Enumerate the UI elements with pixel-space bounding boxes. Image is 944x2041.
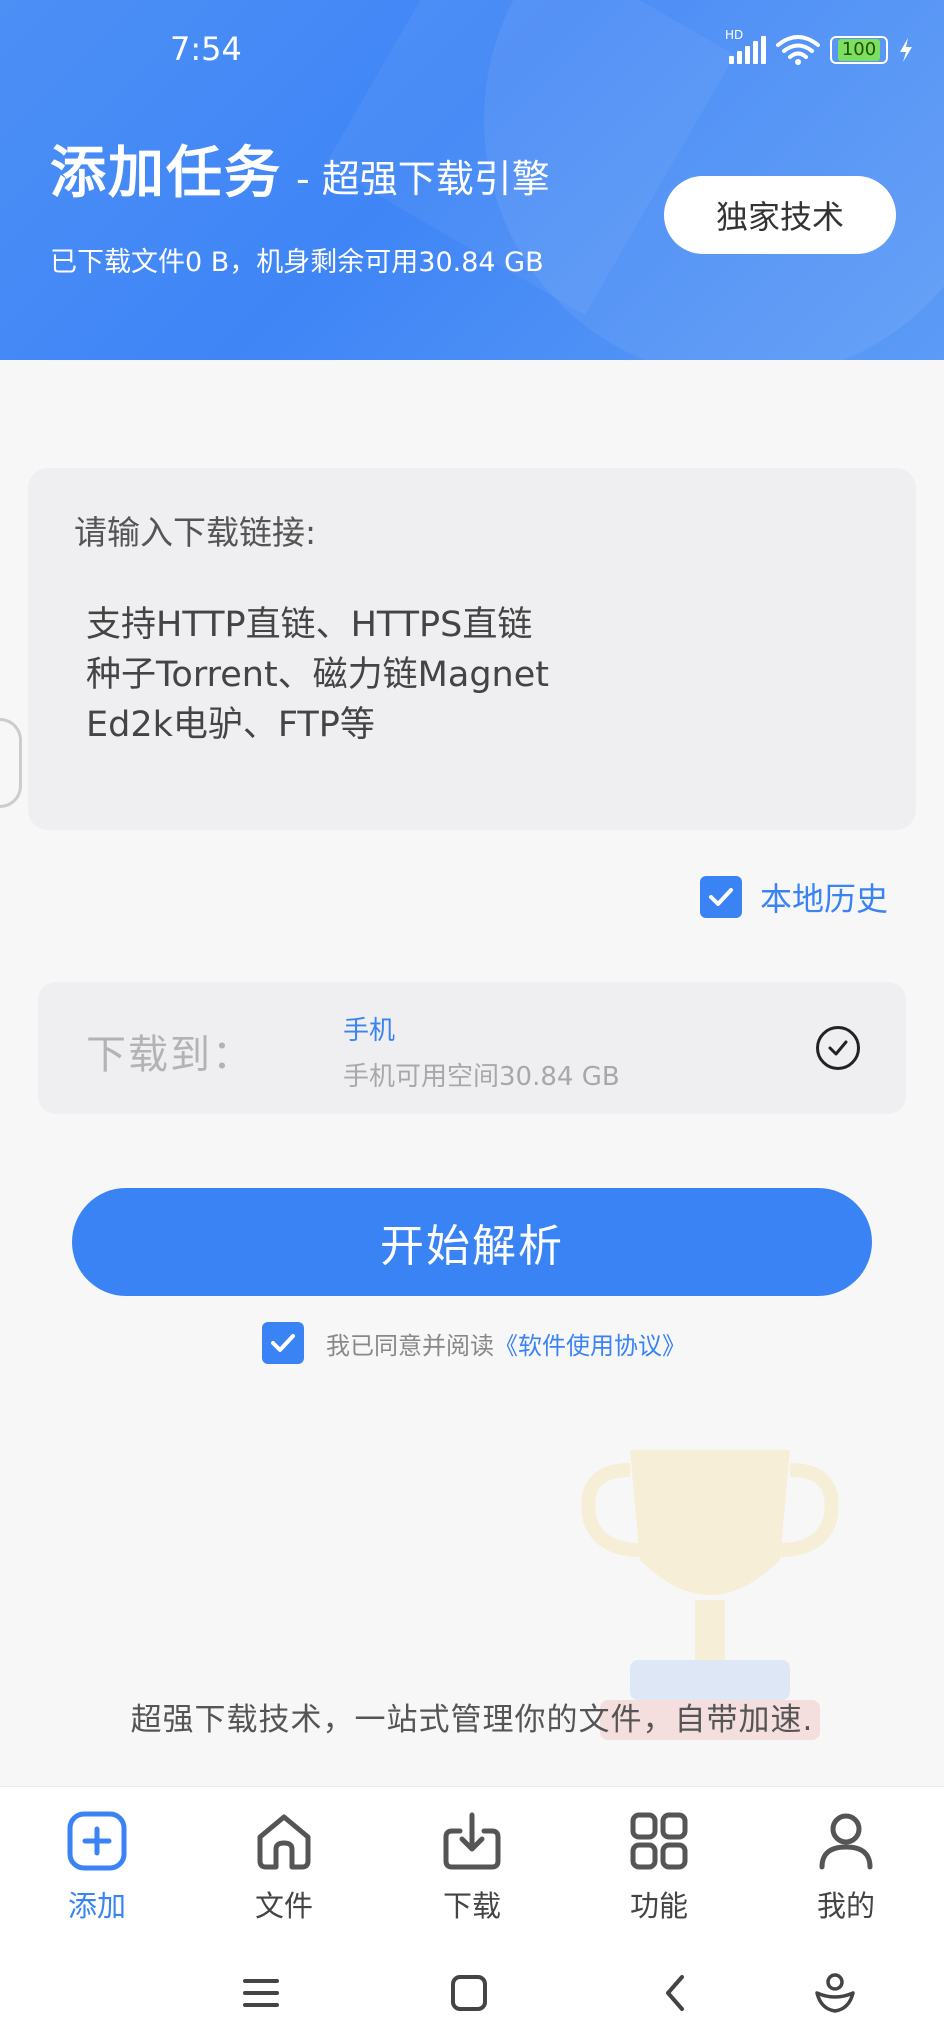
checkbox-checked-icon[interactable]	[700, 876, 742, 918]
person-icon	[819, 1813, 873, 1870]
header-banner: 7:54 HD 100 添加任务 - 超强下载引擎 已下载文件0 B，机身剩余可…	[0, 0, 944, 360]
tab-features[interactable]: 功能	[599, 1809, 719, 1925]
tab-label: 功能	[629, 1889, 688, 1923]
destination-label: 下载到：	[86, 1032, 254, 1078]
exclusive-tech-button[interactable]: 独家技术	[664, 176, 896, 254]
download-icon	[443, 1812, 501, 1870]
tab-label: 我的	[816, 1889, 875, 1923]
battery-level: 100	[837, 39, 881, 61]
menu-icon[interactable]	[236, 1968, 286, 2018]
agreement-checkbox[interactable]	[262, 1322, 304, 1364]
system-nav-bar	[0, 1946, 944, 2041]
add-icon	[67, 1811, 127, 1871]
assistant-icon[interactable]	[810, 1968, 860, 2018]
status-icons: HD 100	[725, 28, 914, 66]
status-bar: 7:54 HD 100	[0, 0, 944, 100]
tab-label: 添加	[67, 1889, 126, 1923]
page-subtitle: - 超强下载引擎	[296, 157, 550, 201]
tab-downloads[interactable]: 下载	[412, 1809, 532, 1925]
tab-label: 文件	[254, 1889, 313, 1923]
home-square-icon[interactable]	[444, 1968, 494, 2018]
start-parse-button[interactable]: 开始解析	[72, 1188, 872, 1296]
network-badge: HD	[725, 28, 744, 42]
wifi-icon	[776, 35, 820, 65]
tab-files[interactable]: 文件	[224, 1809, 344, 1925]
download-link-input[interactable]: 请输入下载链接: 支持HTTP直链、HTTPS直链 种子Torrent、磁力链M…	[28, 468, 916, 830]
grid-icon	[630, 1812, 688, 1870]
back-icon[interactable]	[650, 1968, 700, 2018]
check-circle-icon[interactable]	[816, 1026, 860, 1070]
input-label: 请输入下载链接:	[74, 513, 317, 552]
local-history-label: 本地历史	[760, 880, 889, 918]
destination-name: 手机	[343, 1016, 396, 1046]
local-history-toggle[interactable]: 本地历史	[700, 874, 888, 920]
bottom-tab-bar: 添加 文件 下载 功能 我的	[0, 1786, 944, 1946]
tab-label: 下载	[442, 1889, 501, 1923]
charging-icon	[900, 38, 912, 62]
signal-icon: HD	[725, 28, 766, 64]
status-time: 7:54	[170, 30, 242, 68]
battery-icon: 100	[830, 36, 888, 64]
input-placeholder: 支持HTTP直链、HTTPS直链 种子Torrent、磁力链Magnet Ed2…	[86, 605, 549, 745]
agreement-row: 我已同意并阅读《软件使用协议》	[262, 1322, 686, 1364]
page-title-row: 添加任务 - 超强下载引擎	[50, 128, 550, 209]
edge-swipe-handle[interactable]	[0, 718, 22, 808]
download-destination[interactable]: 下载到： 手机 手机可用空间30.84 GB	[38, 982, 906, 1114]
home-icon	[257, 1814, 311, 1870]
tagline: 超强下载技术，一站式管理你的文件，自带加速.	[130, 1702, 814, 1738]
destination-space: 手机可用空间30.84 GB	[343, 1062, 620, 1092]
agreement-link[interactable]: 《软件使用协议》	[494, 1332, 686, 1360]
agreement-text: 我已同意并阅读	[326, 1331, 494, 1360]
page-title: 添加任务	[50, 141, 282, 206]
tab-add[interactable]: 添加	[37, 1809, 157, 1925]
storage-info: 已下载文件0 B，机身剩余可用30.84 GB	[50, 247, 544, 278]
tab-mine[interactable]: 我的	[786, 1809, 906, 1925]
